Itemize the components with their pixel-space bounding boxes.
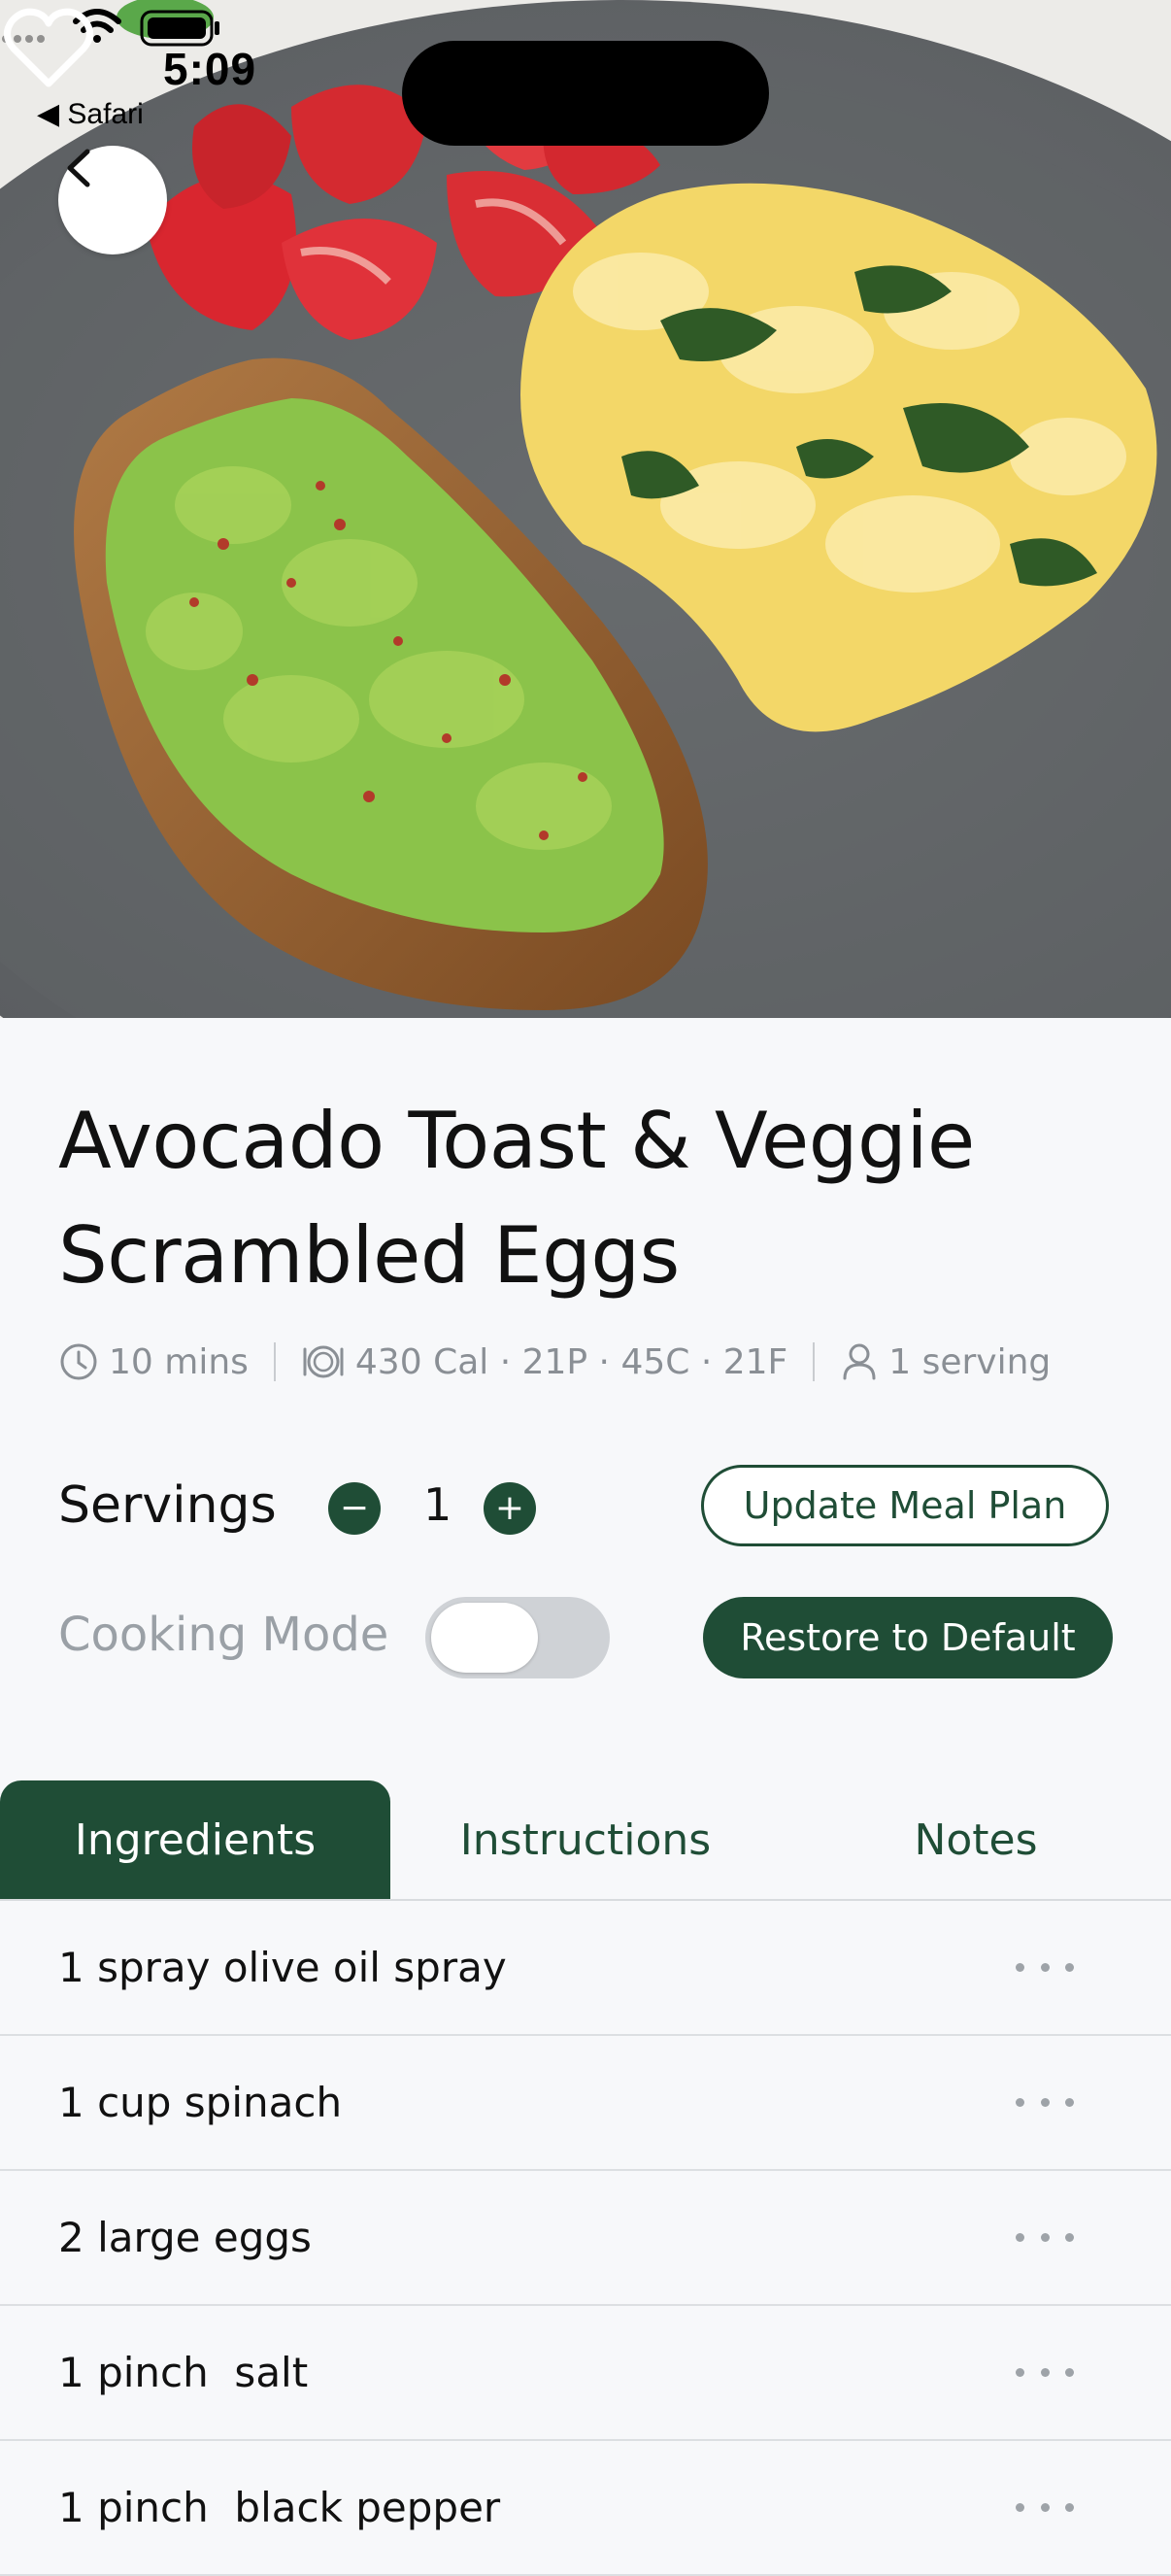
recipe-title-line-1: Avocado Toast & Veggie [58, 1096, 975, 1186]
status-time: 5:09 [163, 44, 257, 94]
recipe-title: Avocado Toast & Veggie Scrambled Eggs [58, 1084, 1126, 1313]
tab-instructions[interactable]: Instructions [390, 1780, 781, 1899]
ingredient-text: 1 pinch black pepper [58, 2484, 501, 2531]
ingredient-text: 1 spray olive oil spray [58, 1944, 507, 1991]
ingredients-list: 1 spray olive oil spray 1 cup spinach 2 … [0, 1901, 1171, 2576]
ingredient-text: 2 large eggs [58, 2214, 312, 2261]
recipe-hero-image: 5:09 ◀ Safari [0, 0, 1171, 1018]
plus-icon: + [494, 1488, 525, 1528]
restore-to-default-button[interactable]: Restore to Default [703, 1597, 1113, 1678]
dynamic-island [402, 41, 769, 146]
plate-icon [303, 1345, 344, 1378]
nutrition-text: 430 Cal · 21P · 45C · 21F [354, 1341, 788, 1382]
serving-info: 1 serving [840, 1341, 1051, 1382]
toggle-knob [431, 1603, 538, 1673]
decrease-servings-button[interactable]: − [328, 1482, 381, 1535]
cooking-mode-label: Cooking Mode [58, 1608, 389, 1662]
list-item: 1 pinch salt [0, 2306, 1171, 2441]
prep-time: 10 mins [58, 1341, 249, 1382]
more-options-icon[interactable] [1016, 2228, 1074, 2248]
servings-label: Servings [58, 1476, 277, 1535]
minus-icon: − [339, 1488, 370, 1528]
servings-value: 1 [423, 1478, 452, 1531]
recipe-title-line-2: Scrambled Eggs [58, 1210, 680, 1301]
favorite-heart-icon[interactable] [0, 0, 97, 97]
back-to-safari-link[interactable]: ◀ Safari [37, 97, 144, 131]
list-item: 1 pinch black pepper [0, 2441, 1171, 2576]
list-item: 1 spray olive oil spray [0, 1901, 1171, 2036]
meta-divider [813, 1342, 816, 1381]
meta-divider [273, 1342, 276, 1381]
battery-icon [140, 10, 219, 47]
clock-icon [60, 1343, 97, 1380]
increase-servings-button[interactable]: + [484, 1482, 536, 1535]
chevron-left-icon [67, 149, 90, 187]
food-photo-illustration [0, 0, 1171, 1018]
more-options-icon[interactable] [1016, 1958, 1074, 1978]
ingredient-text: 1 pinch salt [58, 2349, 309, 2396]
more-options-icon[interactable] [1016, 2093, 1074, 2113]
person-icon [843, 1343, 876, 1380]
recipe-meta: 10 mins 430 Cal · 21P · 45C · 21F 1 serv… [58, 1333, 1051, 1391]
more-options-icon[interactable] [1016, 2363, 1074, 2383]
list-item: 1 cup spinach [0, 2036, 1171, 2171]
tab-ingredients[interactable]: Ingredients [0, 1780, 390, 1899]
nutrition-info: 430 Cal · 21P · 45C · 21F [301, 1341, 787, 1382]
tab-notes[interactable]: Notes [781, 1780, 1171, 1899]
list-item: 2 large eggs [0, 2171, 1171, 2306]
back-button[interactable] [58, 146, 167, 254]
cooking-mode-toggle[interactable] [425, 1597, 610, 1678]
more-options-icon[interactable] [1016, 2498, 1074, 2518]
update-meal-plan-button[interactable]: Update Meal Plan [701, 1465, 1109, 1546]
recipe-tabs: Ingredients Instructions Notes [0, 1780, 1171, 1901]
ingredient-text: 1 cup spinach [58, 2079, 343, 2126]
serving-text: 1 serving [888, 1341, 1052, 1382]
prep-time-text: 10 mins [109, 1341, 249, 1382]
